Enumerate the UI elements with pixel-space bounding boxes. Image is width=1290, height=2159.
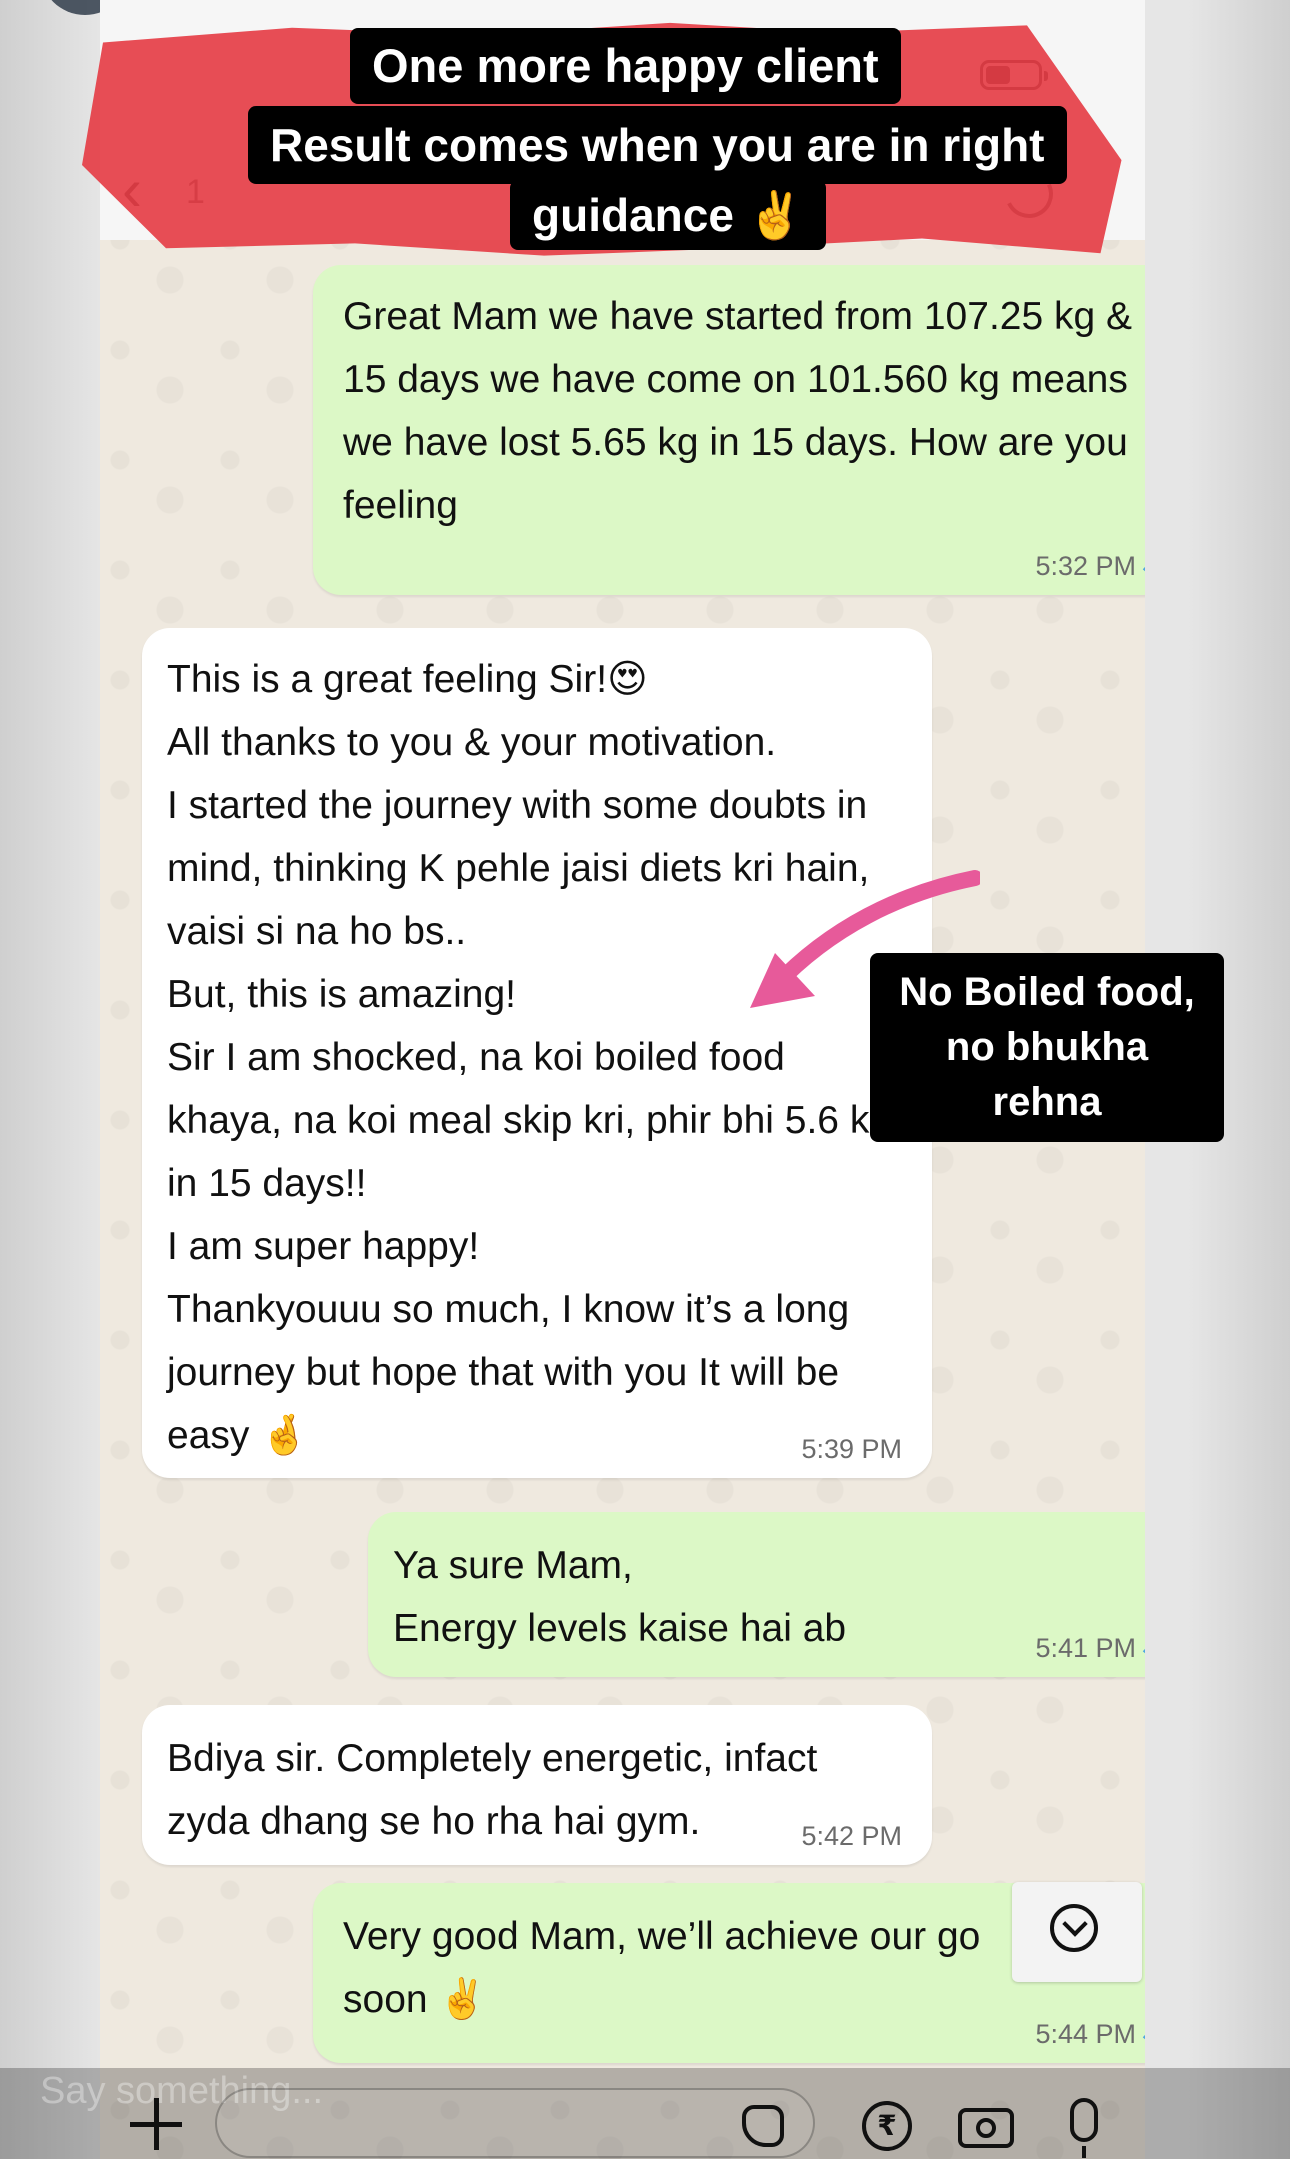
message-meta: 5:42 PM — [801, 1821, 902, 1851]
message-text: Ya sure Mam, Energy levels kaise hai ab — [393, 1544, 847, 1650]
read-ticks-icon — [1144, 1637, 1145, 1659]
message-input[interactable] — [215, 2088, 815, 2158]
story-caption-line-3: guidance ✌️ — [510, 180, 826, 250]
message-time: 5:42 PM — [801, 1821, 902, 1851]
message-bubble-outgoing[interactable]: Ya sure Mam, Energy levels kaise hai ab … — [368, 1512, 1145, 1677]
microphone-icon[interactable] — [1070, 2098, 1098, 2158]
plus-icon[interactable] — [130, 2098, 182, 2150]
side-note-label: No Boiled food, no bhukha rehna — [870, 953, 1224, 1142]
story-caption-line-2: Result comes when you are in right — [248, 106, 1067, 184]
story-caption-line-1: One more happy client — [350, 28, 901, 104]
message-time: 5:32 PM — [1035, 551, 1136, 581]
message-meta: 5:32 PM — [1035, 551, 1145, 581]
chevron-down-circle-icon — [1050, 1904, 1098, 1952]
message-meta: 5:44 PM — [1035, 2019, 1145, 2049]
message-time: 5:44 PM — [1035, 2019, 1136, 2049]
message-time: 5:39 PM — [801, 1434, 902, 1464]
message-bubble-incoming[interactable]: Bdiya sir. Completely energetic, infact … — [142, 1705, 932, 1865]
message-text: Great Mam we have started from 107.25 kg… — [343, 295, 1145, 527]
message-text: This is a great feeling Sir!😍 All thanks… — [167, 658, 891, 1457]
message-text: Bdiya sir. Completely energetic, infact … — [167, 1737, 818, 1843]
camera-icon[interactable] — [958, 2108, 1014, 2148]
message-meta: 5:39 PM — [801, 1434, 902, 1464]
rupee-icon[interactable]: ₹ — [862, 2101, 912, 2151]
read-ticks-icon — [1144, 555, 1145, 577]
message-bubble-outgoing[interactable]: Great Mam we have started from 107.25 kg… — [313, 265, 1145, 595]
message-meta: 5:41 PM — [1035, 1633, 1145, 1663]
read-ticks-icon — [1144, 2023, 1145, 2045]
message-bubble-incoming[interactable]: This is a great feeling Sir!😍 All thanks… — [142, 628, 932, 1478]
message-time: 5:41 PM — [1035, 1633, 1136, 1663]
scroll-to-bottom-button[interactable] — [1012, 1882, 1142, 1982]
